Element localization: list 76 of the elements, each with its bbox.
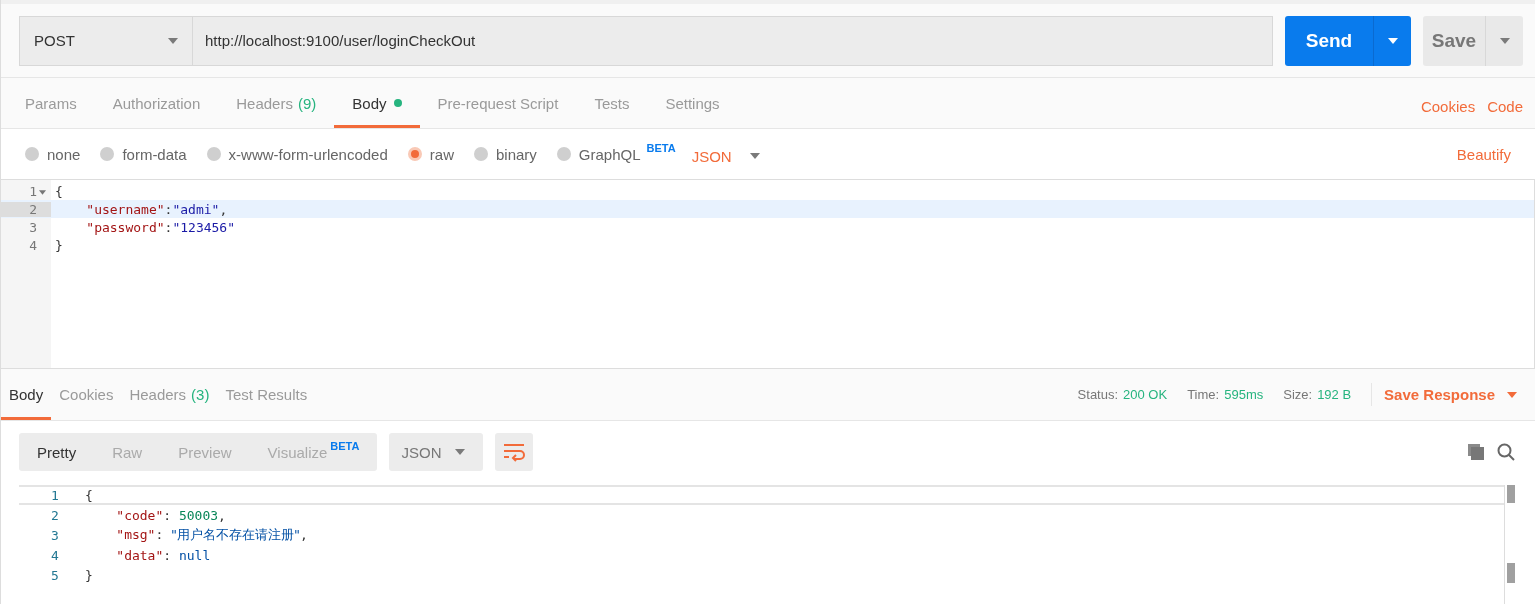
tab[interactable]: Tests bbox=[576, 78, 648, 128]
radio-label[interactable]: GraphQL bbox=[578, 145, 641, 163]
line-number: 4 bbox=[51, 547, 59, 563]
radio-label[interactable]: form-data bbox=[122, 145, 187, 163]
tab[interactable]: Headers (9) bbox=[218, 78, 335, 128]
view-mode-tab[interactable]: Raw bbox=[94, 433, 161, 471]
code-line: "code": 50003, bbox=[115, 507, 226, 523]
caret-icon bbox=[168, 37, 178, 44]
tab[interactable]: Test Results bbox=[217, 369, 316, 420]
code-line: "msg": "用户名不存在请注册", bbox=[115, 526, 308, 544]
line-number: 3 bbox=[51, 527, 59, 543]
stat-label: Size: bbox=[1283, 387, 1313, 402]
tab[interactable]: Authorization bbox=[94, 78, 219, 128]
radio-label[interactable]: binary bbox=[495, 145, 537, 163]
method-dropdown[interactable]: POST bbox=[19, 15, 193, 66]
save-response-button[interactable]: Save Response bbox=[1384, 369, 1517, 420]
format-dropdown[interactable]: JSON bbox=[691, 143, 760, 165]
send-button[interactable]: Send bbox=[1285, 15, 1373, 66]
tab[interactable]: Body bbox=[1, 369, 52, 420]
code-line: "data": null bbox=[115, 547, 211, 563]
line-number: 2 bbox=[29, 201, 37, 217]
code-line: { bbox=[84, 487, 93, 503]
stat-value: 595ms bbox=[1224, 387, 1264, 402]
code-editor[interactable]: 1 { 2 "username":"admi", 3 "password":"123456" 4 } bbox=[1, 179, 1535, 369]
wrap-lines-button[interactable] bbox=[495, 433, 534, 471]
radio-button[interactable] bbox=[473, 147, 488, 161]
link[interactable]: Code bbox=[1487, 91, 1523, 115]
tab[interactable]: Settings bbox=[647, 78, 738, 128]
code-line: "username":"admi", bbox=[85, 201, 228, 217]
radio-label[interactable]: raw bbox=[429, 145, 454, 163]
beta-label: BETA bbox=[646, 142, 676, 154]
fold-caret-icon[interactable] bbox=[39, 189, 46, 195]
line-number: 4 bbox=[29, 237, 37, 253]
radio-button[interactable] bbox=[25, 147, 39, 161]
radio-button[interactable] bbox=[100, 147, 115, 161]
link[interactable]: Cookies bbox=[1420, 91, 1476, 115]
search-icon[interactable] bbox=[1497, 443, 1515, 461]
wrap-lines-icon bbox=[503, 442, 526, 462]
copy-icon[interactable] bbox=[1467, 443, 1485, 461]
radio-button[interactable] bbox=[556, 147, 571, 161]
tab[interactable]: Cookies bbox=[51, 369, 122, 420]
format-dropdown[interactable]: JSON bbox=[389, 433, 484, 471]
stat-label: Status: bbox=[1077, 387, 1119, 402]
caret-icon bbox=[1499, 37, 1510, 44]
stat-label: Time: bbox=[1187, 387, 1220, 402]
stat-value: 200 OK bbox=[1123, 387, 1168, 402]
code-line: { bbox=[54, 183, 63, 199]
line-number: 3 bbox=[29, 219, 37, 235]
radio-label[interactable]: none bbox=[47, 145, 81, 163]
caret-icon bbox=[455, 449, 466, 455]
save-options-button[interactable] bbox=[1485, 15, 1523, 66]
caret-icon bbox=[1507, 391, 1517, 398]
radio-button[interactable] bbox=[407, 147, 422, 161]
stat-value: 192 B bbox=[1317, 387, 1352, 402]
beautify-link[interactable]: Beautify bbox=[1456, 145, 1511, 163]
save-button[interactable]: Save bbox=[1423, 15, 1485, 66]
radio-label[interactable]: x-www-form-urlencoded bbox=[228, 145, 388, 163]
url-field[interactable]: http://localhost:9100/user/loginCheckOut bbox=[193, 15, 1273, 66]
view-mode-tab[interactable]: Pretty bbox=[19, 433, 95, 471]
tab[interactable]: Body bbox=[334, 78, 420, 128]
tab[interactable]: Params bbox=[7, 78, 95, 128]
tab[interactable]: Pre-request Script bbox=[419, 78, 577, 128]
view-mode-tab[interactable]: Preview bbox=[160, 433, 250, 471]
caret-icon bbox=[749, 153, 760, 159]
line-number: 1 bbox=[29, 183, 37, 199]
radio-button[interactable] bbox=[206, 147, 221, 161]
tab[interactable]: Headers (3) bbox=[121, 369, 218, 420]
line-number: 5 bbox=[51, 567, 59, 583]
line-number: 1 bbox=[51, 487, 59, 503]
caret-icon bbox=[1387, 37, 1398, 44]
code-line: } bbox=[54, 237, 63, 253]
send-options-button[interactable] bbox=[1373, 15, 1411, 66]
view-mode-tab[interactable]: Visualize $^{BETA}$ bbox=[249, 433, 378, 471]
code-line: "password":"123456" bbox=[85, 219, 236, 235]
code-line: } bbox=[84, 567, 93, 583]
line-number: 2 bbox=[51, 507, 59, 523]
